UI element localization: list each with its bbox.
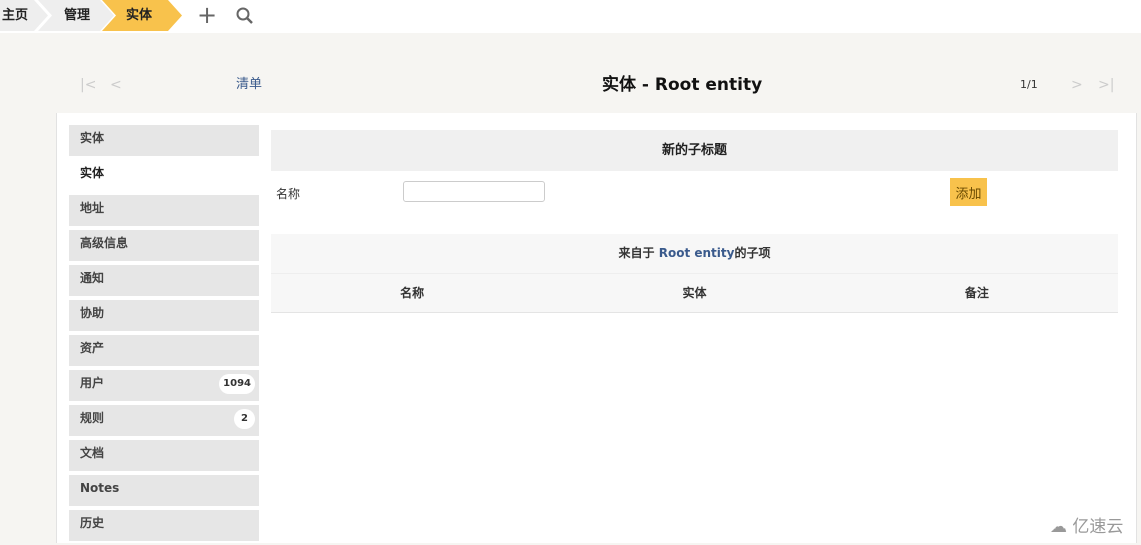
- label: Notes: [80, 481, 120, 495]
- sidebar-item-history[interactable]: 历史: [69, 510, 259, 541]
- list-link[interactable]: 清单: [236, 70, 262, 100]
- label: 实体: [80, 166, 105, 180]
- sidebar-item-entity[interactable]: 实体: [69, 160, 259, 191]
- table-header: 名称 实体 备注: [271, 274, 1118, 313]
- last-page-icon[interactable]: >|: [1098, 70, 1114, 100]
- count-badge: 1094: [219, 374, 255, 394]
- watermark: ☁ 亿速云: [1050, 512, 1123, 537]
- prev-page-icon[interactable]: <: [110, 70, 122, 100]
- label: 资产: [80, 341, 105, 355]
- next-page-icon[interactable]: >: [1071, 70, 1083, 100]
- label: 高级信息: [80, 236, 129, 250]
- sidebar-item-notifications[interactable]: 通知: [69, 265, 259, 296]
- sidebar-item-assets[interactable]: 资产: [69, 335, 259, 366]
- breadcrumb-entity[interactable]: 实体: [102, 0, 182, 31]
- content: 新的子标题 名称 添加 来自于 Root entity的子项 名称 实体 备注: [271, 130, 1118, 313]
- breadcrumb-home[interactable]: 主页: [0, 0, 48, 31]
- first-page-icon[interactable]: |<: [80, 70, 96, 100]
- label: 历史: [80, 516, 105, 530]
- breadcrumb-admin[interactable]: 管理: [38, 0, 114, 31]
- sidebar: 实体 实体 地址 高级信息 通知 协助 资产 用户 1094 规则 2 文档 Not…: [69, 125, 259, 545]
- name-label: 名称: [276, 187, 301, 201]
- page-title: 实体 - Root entity: [602, 75, 763, 95]
- name-input[interactable]: [403, 181, 545, 202]
- watermark-text: 亿速云: [1072, 517, 1124, 537]
- label: 用户: [80, 376, 105, 390]
- count-badge: 2: [234, 409, 255, 429]
- title-suffix: 的子项: [734, 246, 771, 260]
- label: 规则: [80, 411, 105, 425]
- form-row: 名称 添加: [271, 171, 1118, 234]
- column-comment[interactable]: 备注: [836, 274, 1118, 312]
- cloud-logo-icon: ☁: [1050, 517, 1067, 537]
- title-prefix: 来自于: [618, 246, 659, 260]
- sidebar-item-rules[interactable]: 规则 2: [69, 405, 259, 436]
- label: 实体: [80, 131, 105, 145]
- label: 通知: [80, 271, 105, 285]
- sidebar-item-advanced[interactable]: 高级信息: [69, 230, 259, 261]
- label: 协助: [80, 306, 105, 320]
- pager: 1/1: [1020, 78, 1038, 91]
- label: 文档: [80, 446, 105, 460]
- sidebar-item-notes[interactable]: Notes: [69, 475, 259, 506]
- sidebar-item-users[interactable]: 用户 1094: [69, 370, 259, 401]
- add-button[interactable]: 添加: [950, 178, 987, 206]
- main-panel: 实体 实体 地址 高级信息 通知 协助 资产 用户 1094 规则 2 文档 Not…: [56, 113, 1137, 543]
- column-entity[interactable]: 实体: [553, 274, 835, 312]
- children-title: 来自于 Root entity的子项: [271, 234, 1118, 274]
- root-entity-link[interactable]: Root entity: [659, 246, 735, 260]
- plus-icon[interactable]: +: [197, 1, 217, 29]
- sidebar-item-address[interactable]: 地址: [69, 195, 259, 226]
- label: 地址: [80, 201, 105, 215]
- top-bar: 主页 管理 实体 +: [0, 0, 1141, 33]
- form-header: 新的子标题: [271, 130, 1118, 171]
- sidebar-item-assistance[interactable]: 协助: [69, 300, 259, 331]
- column-name[interactable]: 名称: [271, 274, 553, 312]
- sidebar-item-entity-header[interactable]: 实体: [69, 125, 259, 156]
- sidebar-item-documents[interactable]: 文档: [69, 440, 259, 471]
- search-icon[interactable]: [236, 7, 254, 25]
